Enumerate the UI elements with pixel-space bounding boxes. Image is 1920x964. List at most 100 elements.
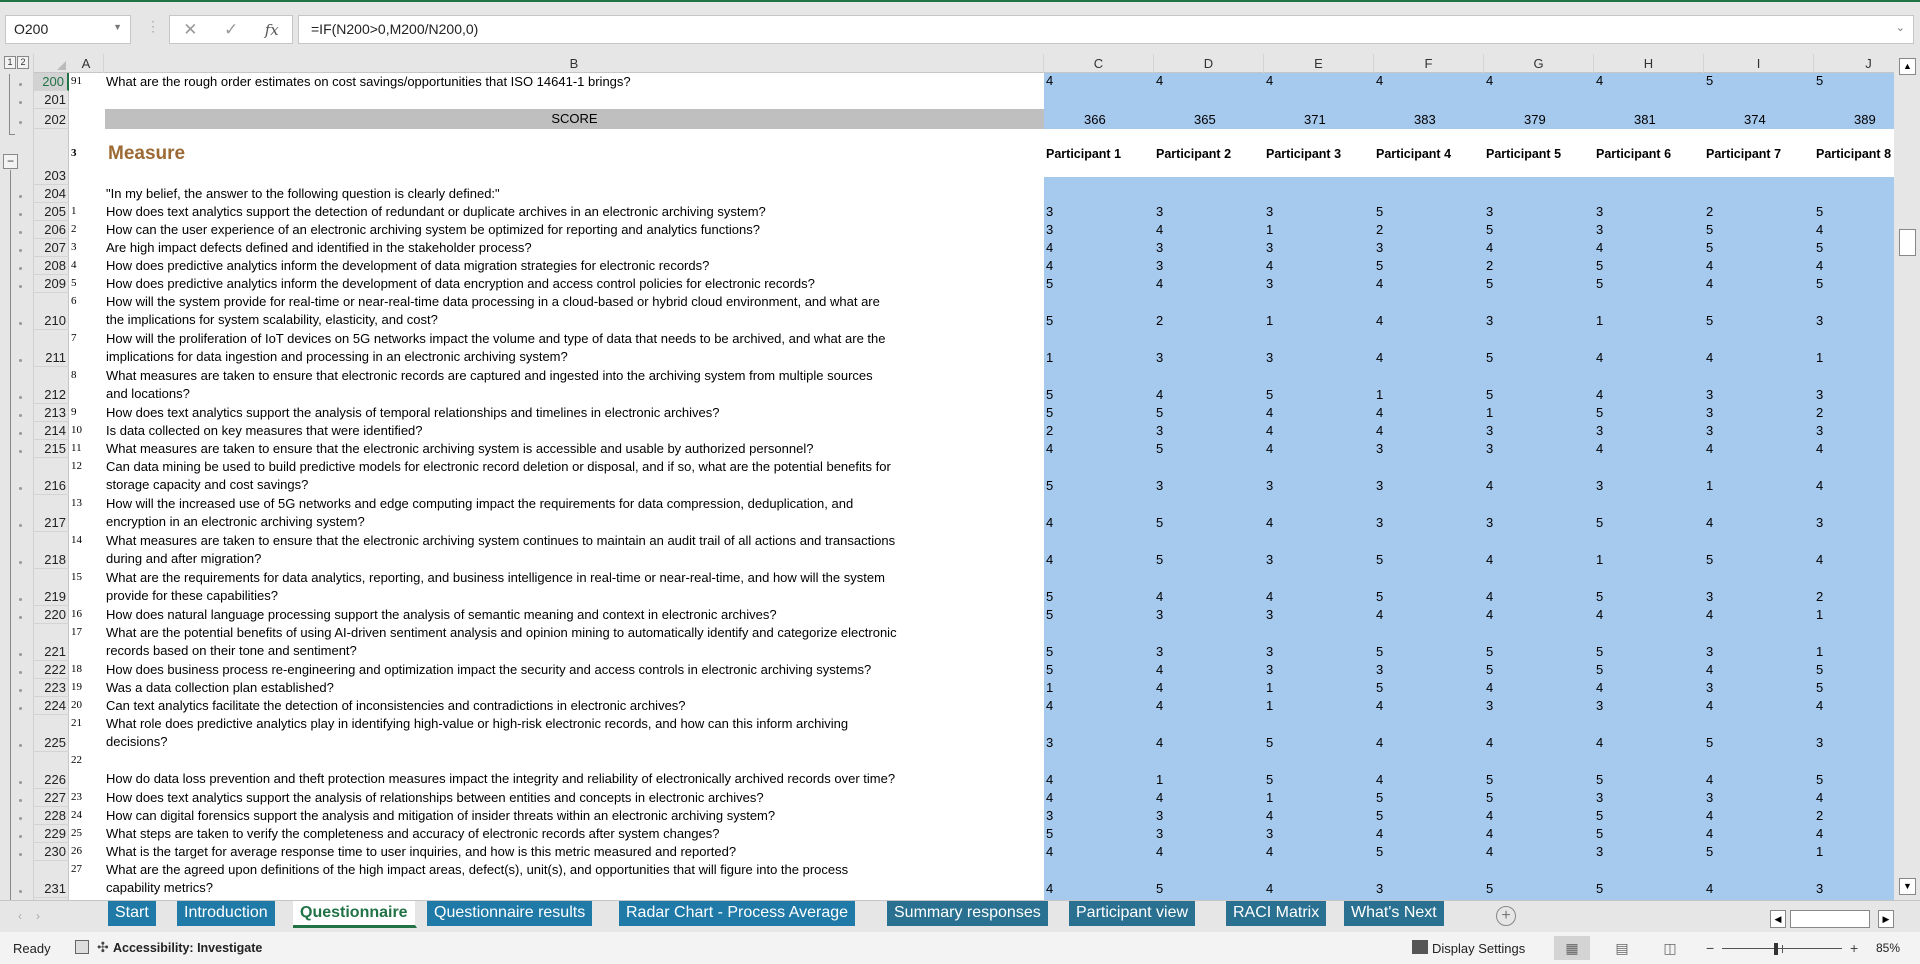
response-value[interactable]: 3 bbox=[1816, 313, 1823, 328]
response-value[interactable]: 4 bbox=[1156, 698, 1163, 713]
expand-formula-bar-icon[interactable]: ⌄ bbox=[1896, 21, 1905, 34]
response-value[interactable]: 4 bbox=[1376, 73, 1383, 88]
row-header[interactable]: 231 bbox=[34, 861, 69, 898]
response-value[interactable]: 1 bbox=[1266, 313, 1273, 328]
name-box[interactable]: O200 ▼ bbox=[5, 15, 131, 44]
response-value[interactable]: 5 bbox=[1046, 826, 1053, 841]
response-value[interactable]: 4 bbox=[1046, 772, 1053, 787]
row-header[interactable]: 217 bbox=[34, 495, 69, 532]
response-value[interactable]: 4 bbox=[1706, 441, 1713, 456]
response-value[interactable]: 5 bbox=[1376, 204, 1383, 219]
response-value[interactable]: 4 bbox=[1816, 790, 1823, 805]
sheet-tab[interactable]: Summary responses bbox=[887, 901, 1050, 926]
cancel-icon[interactable]: ✕ bbox=[183, 20, 197, 40]
row-header[interactable]: 212 bbox=[34, 367, 69, 404]
response-value[interactable]: 3 bbox=[1376, 881, 1383, 896]
response-value[interactable]: 4 bbox=[1816, 698, 1823, 713]
response-value[interactable]: 3 bbox=[1486, 313, 1493, 328]
response-value[interactable]: 4 bbox=[1486, 680, 1493, 695]
response-value[interactable]: 5 bbox=[1156, 515, 1163, 530]
response-value[interactable]: 4 bbox=[1376, 313, 1383, 328]
response-value[interactable]: 4 bbox=[1376, 607, 1383, 622]
response-value[interactable]: 4 bbox=[1376, 423, 1383, 438]
response-value[interactable]: 1 bbox=[1816, 350, 1823, 365]
sheet-tab[interactable]: What's Next bbox=[1344, 901, 1446, 926]
response-value[interactable]: 4 bbox=[1816, 441, 1823, 456]
response-value[interactable]: 5 bbox=[1486, 662, 1493, 677]
row-header[interactable]: 220 bbox=[34, 606, 69, 624]
response-value[interactable]: 4 bbox=[1706, 350, 1713, 365]
response-value[interactable]: 5 bbox=[1046, 276, 1053, 291]
response-value[interactable]: 3 bbox=[1156, 808, 1163, 823]
response-value[interactable]: 4 bbox=[1266, 441, 1273, 456]
row-header[interactable]: 216 bbox=[34, 458, 69, 495]
response-value[interactable]: 3 bbox=[1266, 478, 1273, 493]
response-value[interactable]: 3 bbox=[1266, 644, 1273, 659]
column-header-c[interactable]: C bbox=[1044, 54, 1154, 73]
response-value[interactable]: 3 bbox=[1816, 735, 1823, 750]
response-value[interactable]: 4 bbox=[1376, 405, 1383, 420]
response-value[interactable]: 3 bbox=[1156, 423, 1163, 438]
response-value[interactable]: 5 bbox=[1596, 405, 1603, 420]
response-value[interactable]: 5 bbox=[1046, 644, 1053, 659]
response-value[interactable]: 3 bbox=[1706, 405, 1713, 420]
response-value[interactable]: 3 bbox=[1266, 276, 1273, 291]
formula-input[interactable]: =IF(N200>0,M200/N200,0) ⌄ bbox=[298, 15, 1914, 44]
response-value[interactable]: 5 bbox=[1266, 387, 1273, 402]
response-value[interactable]: 4 bbox=[1816, 222, 1823, 237]
response-value[interactable]: 3 bbox=[1596, 222, 1603, 237]
response-value[interactable]: 3 bbox=[1156, 258, 1163, 273]
response-value[interactable]: 4 bbox=[1706, 698, 1713, 713]
sheet-tab[interactable]: Introduction bbox=[177, 901, 277, 926]
response-value[interactable]: 3 bbox=[1816, 881, 1823, 896]
response-value[interactable]: 3 bbox=[1156, 607, 1163, 622]
response-value[interactable]: 4 bbox=[1046, 881, 1053, 896]
response-value[interactable]: 4 bbox=[1706, 772, 1713, 787]
response-value[interactable]: 2 bbox=[1816, 589, 1823, 604]
response-value[interactable]: 3 bbox=[1046, 222, 1053, 237]
response-value[interactable]: 3 bbox=[1266, 240, 1273, 255]
response-value[interactable]: 4 bbox=[1046, 552, 1053, 567]
response-value[interactable]: 3 bbox=[1266, 826, 1273, 841]
response-value[interactable]: 4 bbox=[1486, 808, 1493, 823]
response-value[interactable]: 5 bbox=[1156, 552, 1163, 567]
response-value[interactable]: 4 bbox=[1816, 826, 1823, 841]
response-value[interactable]: 5 bbox=[1156, 881, 1163, 896]
row-header[interactable]: 222 bbox=[34, 661, 69, 679]
response-value[interactable]: 5 bbox=[1486, 350, 1493, 365]
response-value[interactable]: 5 bbox=[1046, 662, 1053, 677]
zoom-thumb[interactable] bbox=[1774, 943, 1778, 955]
response-value[interactable]: 4 bbox=[1266, 405, 1273, 420]
response-value[interactable]: 3 bbox=[1596, 204, 1603, 219]
response-value[interactable]: 4 bbox=[1706, 881, 1713, 896]
row-header[interactable]: 228 bbox=[34, 807, 69, 825]
response-value[interactable]: 3 bbox=[1156, 240, 1163, 255]
response-value[interactable]: 5 bbox=[1816, 204, 1823, 219]
insert-function-icon[interactable]: fx bbox=[265, 21, 279, 39]
response-value[interactable]: 4 bbox=[1046, 258, 1053, 273]
chevron-down-icon[interactable]: ▼ bbox=[113, 22, 122, 32]
response-value[interactable]: 3 bbox=[1596, 478, 1603, 493]
response-value[interactable]: 5 bbox=[1706, 313, 1713, 328]
response-value[interactable]: 1 bbox=[1816, 607, 1823, 622]
row-header[interactable]: 226 bbox=[34, 752, 69, 789]
response-value[interactable]: 5 bbox=[1156, 441, 1163, 456]
response-value[interactable]: 4 bbox=[1046, 698, 1053, 713]
response-value[interactable]: 3 bbox=[1266, 552, 1273, 567]
response-value[interactable]: 4 bbox=[1706, 276, 1713, 291]
response-value[interactable]: 3 bbox=[1486, 698, 1493, 713]
row-header[interactable]: 214 bbox=[34, 422, 69, 440]
column-header-a[interactable]: A bbox=[69, 54, 104, 73]
response-value[interactable]: 3 bbox=[1596, 423, 1603, 438]
response-value[interactable]: 5 bbox=[1486, 772, 1493, 787]
response-value[interactable]: 4 bbox=[1486, 589, 1493, 604]
row-header[interactable]: 200 bbox=[34, 73, 69, 91]
response-value[interactable]: 3 bbox=[1816, 515, 1823, 530]
response-value[interactable]: 3 bbox=[1046, 204, 1053, 219]
response-value[interactable]: 3 bbox=[1156, 350, 1163, 365]
response-value[interactable]: 4 bbox=[1046, 790, 1053, 805]
response-value[interactable]: 5 bbox=[1706, 844, 1713, 859]
row-header[interactable]: 213 bbox=[34, 404, 69, 422]
response-value[interactable]: 4 bbox=[1706, 258, 1713, 273]
response-value[interactable]: 3 bbox=[1706, 680, 1713, 695]
